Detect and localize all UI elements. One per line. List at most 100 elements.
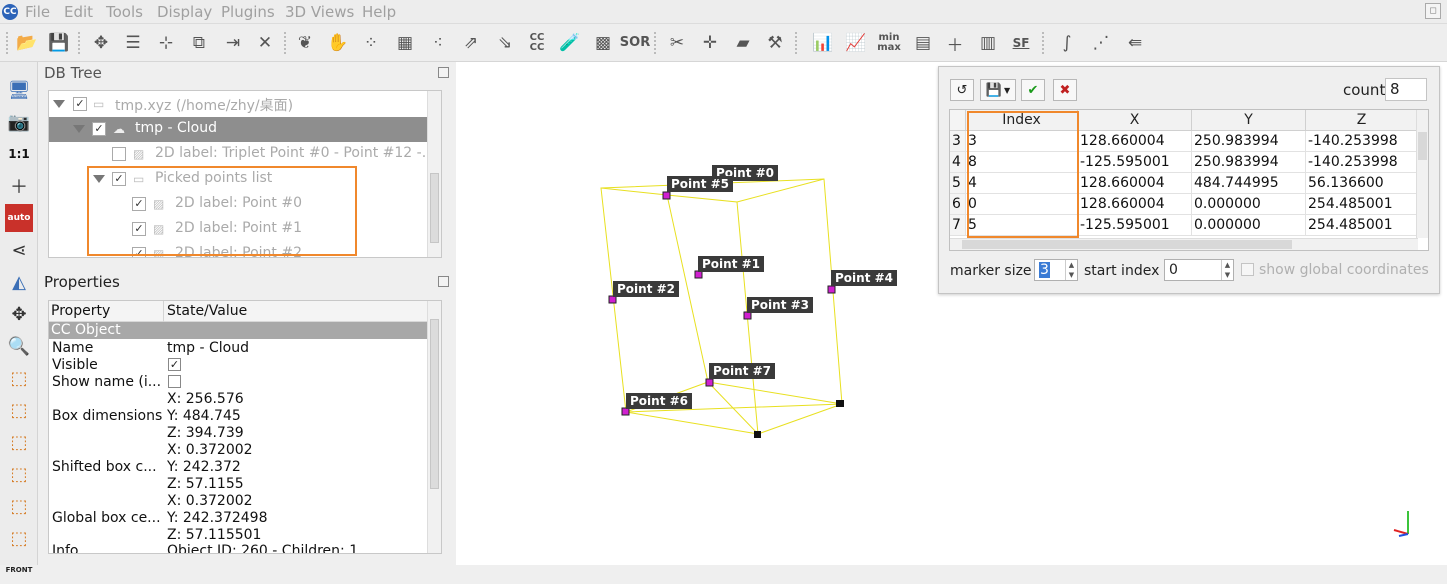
point-label[interactable]: Point #6 [626,393,693,409]
cell-y[interactable]: 484.744995 [1192,173,1306,194]
toolbar-grip[interactable] [795,32,797,54]
move-icon[interactable]: ✛ [697,30,723,56]
table-vertical-scrollbar[interactable] [1416,110,1428,238]
toolbar-grip[interactable] [1042,32,1044,54]
calculator-icon[interactable]: ▥ [975,30,1001,56]
calendar-icon[interactable]: ▤ [910,30,936,56]
spin-arrows-icon[interactable]: ▲ ▼ [1221,260,1233,280]
row-header[interactable]: 4 [950,152,966,173]
cell-z[interactable]: -140.253998 [1306,131,1418,152]
cloud-compare-icon[interactable]: CC CC [524,30,550,56]
measure-icon[interactable]: ⚒ [762,30,788,56]
validate-button[interactable]: ✔ [1021,79,1045,101]
column-header-z[interactable]: Z [1306,110,1418,131]
point-label[interactable]: Point #1 [698,256,765,272]
visible-checkbox[interactable]: ✓ [168,358,181,371]
zoom-1-1-icon[interactable]: 1:1 [5,140,33,168]
cell-z[interactable]: 56.136600 [1306,173,1418,194]
open-icon[interactable]: 📂 [14,30,40,56]
cell-z[interactable]: 254.485001 [1306,215,1418,236]
restore-window-button[interactable]: ◻ [1425,3,1441,19]
export-icon[interactable]: ⇚ [1122,30,1148,56]
top-view-icon[interactable]: ⬚ [5,364,33,392]
register-icon[interactable]: ⇗ [458,30,484,56]
menu-plugins[interactable]: Plugins [221,3,275,21]
scatter-icon[interactable]: ⁖ [425,30,451,56]
screen-icon[interactable]: 🖥 [5,76,33,104]
subsample-icon[interactable]: ⧉ [186,30,212,56]
toolbar-grip[interactable] [654,32,656,54]
global-coordinates-checkbox[interactable] [1241,263,1254,276]
histogram-icon[interactable]: 📊 [810,30,836,56]
save-icon[interactable]: 💾 [46,30,72,56]
menu-3d-views[interactable]: 3D Views [285,3,354,21]
show-name-checkbox[interactable] [168,375,181,388]
cell-x[interactable]: -125.595001 [1078,152,1192,173]
scrollbar-thumb[interactable] [1418,132,1427,160]
delete-icon[interactable]: ✕ [252,30,278,56]
db-tree-float-button[interactable] [438,67,449,78]
cut-icon[interactable]: ✂ [664,30,690,56]
camera-icon[interactable]: 📷 [5,108,33,136]
sample-icon[interactable]: ⁘ [358,30,384,56]
segment-icon[interactable]: ⇥ [220,30,246,56]
min-max-icon[interactable]: min max [876,30,902,56]
tree-row-file[interactable]: ✓ ▭ tmp.xyz (/home/zhy/桌面) [49,92,429,117]
expand-arrow-icon[interactable] [73,125,85,133]
expand-arrow-icon[interactable] [53,100,65,108]
front-icon[interactable]: FRONT [5,556,33,584]
gradient-icon[interactable]: 📈 [843,30,869,56]
start-index-spinbox[interactable]: 0 ▲ ▼ [1164,259,1234,281]
cell-x[interactable]: 128.660004 [1078,131,1192,152]
list-icon[interactable]: ☰ [120,30,146,56]
tree-row-triplet-label[interactable]: ▨ 2D label: Triplet Point #0 - Point #12… [49,142,435,167]
properties-float-button[interactable] [438,276,449,287]
cell-y[interactable]: 250.983994 [1192,152,1306,173]
properties-scrollbar[interactable] [427,301,441,553]
prop-name-value[interactable]: tmp - Cloud [167,340,249,356]
cell-x[interactable]: 128.660004 [1078,173,1192,194]
rotation-icon[interactable]: ⋖ [5,236,33,264]
column-header-x[interactable]: X [1078,110,1192,131]
pivot-icon[interactable]: ＋ [5,172,33,200]
tree-checkbox[interactable]: ✓ [73,97,87,111]
auto-pivot-icon[interactable]: auto [5,204,33,232]
zoom-icon[interactable]: 🔍 [5,332,33,360]
marker-size-spinbox[interactable]: 3 ▲ ▼ [1034,259,1078,281]
right-view-icon[interactable]: ⬚ [5,492,33,520]
cell-z[interactable]: -140.253998 [1306,152,1418,173]
cell-z[interactable]: 254.485001 [1306,194,1418,215]
column-header-value[interactable]: State/Value [167,303,247,319]
bottom-view-icon[interactable]: ⬚ [5,524,33,552]
remove-last-button[interactable]: ↺ [950,79,974,101]
cell-y[interactable]: 0.000000 [1192,194,1306,215]
point-label[interactable]: Point #2 [613,281,680,297]
merge-icon[interactable]: ⊹ [153,30,179,56]
sor-icon[interactable]: SOR [620,30,650,56]
tree-checkbox[interactable] [112,147,126,161]
menu-edit[interactable]: Edit [64,3,93,21]
scrollbar-thumb[interactable] [430,319,439,489]
curve-icon[interactable]: ∫ [1054,30,1080,56]
column-header-property[interactable]: Property [51,303,110,319]
menu-file[interactable]: File [25,3,50,21]
db-tree-scrollbar[interactable] [427,91,441,257]
spin-arrows-icon[interactable]: ▲ ▼ [1065,260,1077,280]
plot-icon[interactable]: ⋰ [1088,30,1114,56]
tree-row-cloud[interactable]: ✓ ☁ tmp - Cloud [49,117,429,142]
scrollbar-thumb[interactable] [962,240,1292,249]
pan-icon[interactable]: ✥ [5,300,33,328]
plane-icon[interactable]: ▰ [730,30,756,56]
clone-icon[interactable]: ✥ [88,30,114,56]
menu-display[interactable]: Display [157,3,212,21]
export-button[interactable]: 💾 ▼ [980,79,1016,101]
point-label[interactable]: Point #7 [709,363,776,379]
cell-x[interactable]: -125.595001 [1078,215,1192,236]
hand-icon[interactable]: ✋ [325,30,351,56]
point-label[interactable]: Point #4 [831,270,898,286]
align-icon[interactable]: ⇘ [492,30,518,56]
column-header-y[interactable]: Y [1192,110,1306,131]
scrollbar-thumb[interactable] [430,173,439,243]
toolbar-grip[interactable] [78,32,80,54]
paint-icon[interactable]: 🧪 [557,30,583,56]
